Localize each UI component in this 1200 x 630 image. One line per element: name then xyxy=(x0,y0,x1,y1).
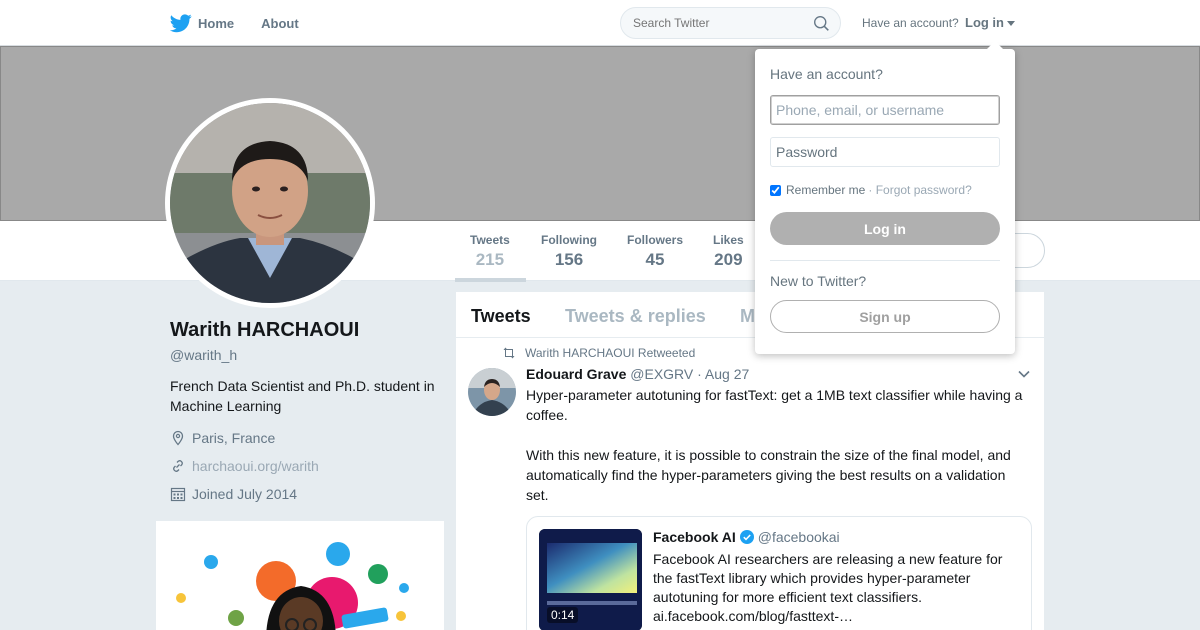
profile-location: Paris, France xyxy=(170,430,275,446)
stat-tweets[interactable]: Tweets 215 xyxy=(470,233,510,270)
chevron-down-icon xyxy=(1007,21,1015,27)
divider xyxy=(770,260,1000,261)
website-link[interactable]: harchaoui.org/warith xyxy=(192,458,319,474)
dropdown-arrow xyxy=(987,41,1003,49)
nav-about-link[interactable]: About xyxy=(261,16,299,31)
top-nav: Home About Have an account? Log in xyxy=(0,0,1200,46)
tweet-text: Hyper-parameter autotuning for fastText:… xyxy=(526,385,1031,505)
stat-value: 45 xyxy=(645,250,665,269)
login-toggle-label: Log in xyxy=(965,15,1004,30)
location-text: Paris, France xyxy=(192,430,276,446)
chevron-down-icon[interactable] xyxy=(1018,368,1030,380)
stat-value: 209 xyxy=(714,250,743,269)
login-dropdown: Have an account? Remember me · Forgot pa… xyxy=(755,41,1015,354)
signup-button[interactable]: Sign up xyxy=(770,300,1000,333)
password-field[interactable] xyxy=(770,137,1000,167)
search-input[interactable] xyxy=(633,16,803,30)
stat-value: 156 xyxy=(554,250,584,269)
login-dropdown-title: Have an account? xyxy=(770,66,883,82)
video-duration: 0:14 xyxy=(547,607,579,623)
nav-home-link[interactable]: Home xyxy=(198,16,234,31)
tweet-date[interactable]: · Aug 27 xyxy=(697,366,749,382)
profile-website[interactable]: harchaoui.org/warith xyxy=(170,458,319,474)
tab-media[interactable]: M xyxy=(740,306,755,327)
verified-badge-icon xyxy=(739,530,754,544)
link-icon xyxy=(173,460,183,472)
tweet-author-name[interactable]: Edouard Grave xyxy=(526,366,626,382)
tab-tweets[interactable]: Tweets xyxy=(471,306,531,327)
profile-joined: Joined July 2014 xyxy=(170,486,297,502)
tab-tweets-replies[interactable]: Tweets & replies xyxy=(565,306,706,327)
tweet-header: Edouard Grave @EXGRV · Aug 27 xyxy=(526,366,749,382)
profile-avatar[interactable] xyxy=(165,98,375,308)
stat-label: Following xyxy=(541,233,597,247)
quoted-author-name[interactable]: Facebook AI xyxy=(653,529,736,545)
stat-value: 215 xyxy=(475,250,505,269)
nav-left: Home About xyxy=(170,0,326,46)
have-account-text: Have an account? xyxy=(862,16,959,30)
tweet-text-paragraph: Hyper-parameter autotuning for fastText:… xyxy=(526,387,1023,423)
quoted-tweet[interactable]: 0:14 Facebook AI @facebookai Facebook AI… xyxy=(526,516,1032,630)
quoted-video-thumbnail[interactable]: 0:14 xyxy=(539,529,642,630)
calendar-icon xyxy=(170,487,186,502)
joined-text: Joined July 2014 xyxy=(192,486,298,502)
location-pin-icon xyxy=(172,430,184,446)
tweet-author-handle[interactable]: @EXGRV xyxy=(630,366,693,382)
avatar-photo xyxy=(170,103,370,303)
username-field[interactable] xyxy=(770,95,1000,125)
profile-handle: @warith_h xyxy=(170,347,238,363)
profile-name: Warith HARCHAOUI xyxy=(170,319,360,341)
login-dropdown-toggle[interactable]: Log in xyxy=(965,15,1015,30)
media-card[interactable] xyxy=(156,521,444,630)
search-icon[interactable] xyxy=(813,15,830,32)
stat-likes[interactable]: Likes 209 xyxy=(713,233,744,270)
search-box[interactable] xyxy=(620,7,841,39)
remember-me-checkbox[interactable] xyxy=(770,184,781,196)
forgot-password-link[interactable]: · Forgot password? xyxy=(868,183,971,197)
remember-me-label: Remember me xyxy=(786,183,866,197)
twitter-bird-icon[interactable] xyxy=(170,12,192,34)
profile-bio: French Data Scientist and Ph.D. student … xyxy=(170,378,435,414)
active-stat-underline xyxy=(455,278,526,282)
new-to-twitter-text: New to Twitter? xyxy=(770,273,867,289)
retweet-context: Warith HARCHAOUI Retweeted xyxy=(502,346,695,360)
tweet-text-paragraph: With this new feature, it is possible to… xyxy=(526,447,1011,503)
stat-label: Followers xyxy=(627,233,684,247)
quoted-author-handle[interactable]: @facebookai xyxy=(758,529,840,545)
quoted-tweet-text: Facebook AI researchers are releasing a … xyxy=(653,551,1003,624)
retweet-text[interactable]: Warith HARCHAOUI Retweeted xyxy=(525,346,695,360)
login-button[interactable]: Log in xyxy=(770,212,1000,245)
retweet-icon xyxy=(503,347,515,359)
stat-label: Tweets xyxy=(470,233,510,247)
quoted-tweet-header: Facebook AI @facebookai xyxy=(653,529,840,545)
stat-label: Likes xyxy=(713,233,744,247)
stat-following[interactable]: Following 156 xyxy=(541,233,597,270)
stat-followers[interactable]: Followers 45 xyxy=(627,233,683,270)
remember-me[interactable]: Remember me · Forgot password? xyxy=(770,183,972,197)
media-illustration xyxy=(156,521,444,630)
tweet-author-avatar[interactable] xyxy=(468,368,516,416)
